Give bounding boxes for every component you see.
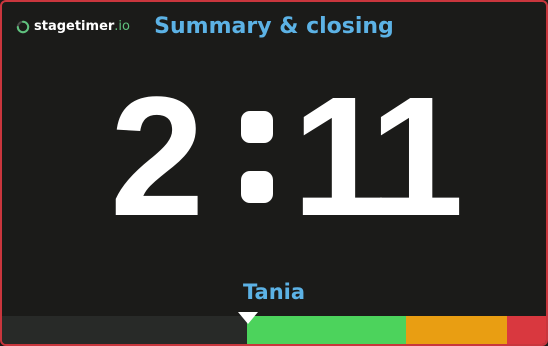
colon-dot-bottom [241, 171, 274, 203]
progress-orange-segment [406, 316, 507, 344]
timer-colon [222, 111, 292, 203]
progress-elapsed-segment [2, 316, 247, 344]
colon-dot-top [241, 111, 274, 143]
progress-bar [2, 316, 546, 344]
progress-marker-icon [238, 312, 258, 324]
countdown-clock: 2 11 [2, 72, 546, 242]
progress-green-segment [247, 316, 406, 344]
progress-red-segment [507, 316, 546, 344]
timer-seconds: 11 [292, 62, 464, 252]
timer-display: stagetimer.io Summary & closing 2 11 Tan… [0, 0, 548, 346]
speaker-name: Tania [242, 280, 306, 304]
segment-title: Summary & closing [154, 14, 394, 39]
timer-minutes: 2 [109, 62, 205, 252]
